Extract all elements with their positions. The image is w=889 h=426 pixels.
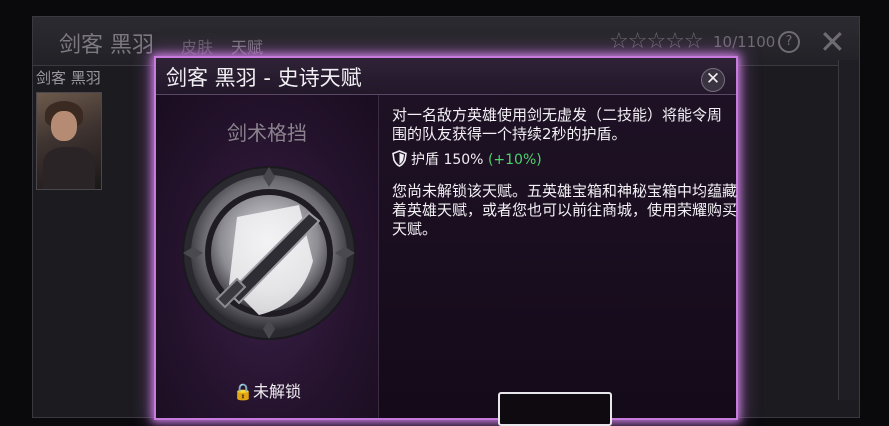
dialog-header: 剑客 黑羽 - 史诗天赋 ✕ bbox=[156, 58, 736, 95]
unlock-hint: 您尚未解锁该天赋。五英雄宝箱和神秘宝箱中均蕴藏着英雄天赋，或者您也可以前往商城，… bbox=[392, 182, 738, 238]
help-icon[interactable]: ? bbox=[778, 31, 800, 53]
talent-name: 剑术格挡 bbox=[227, 121, 307, 145]
talent-count: 10/1100 bbox=[713, 33, 776, 51]
tab-skins[interactable]: 皮肤 bbox=[181, 34, 213, 58]
action-button[interactable] bbox=[498, 392, 612, 426]
talent-description: 对一名敌方英雄使用剑无虚发（二技能）将能令周围的队友获得一个持续2秒的护盾。 bbox=[392, 106, 723, 143]
lock-status: 🔒未解锁 bbox=[233, 382, 301, 401]
talent-dialog: 剑客 黑羽 - 史诗天赋 ✕ 剑术格挡 🔒未解锁 对一名敌方英雄使用剑无虚发（二… bbox=[154, 56, 738, 426]
background-close-icon[interactable]: ✕ bbox=[819, 23, 846, 61]
talent-emblem-icon bbox=[182, 166, 356, 340]
star-rating: ☆☆☆☆☆ bbox=[609, 29, 704, 54]
side-hero-name: 剑客 黑羽 bbox=[36, 69, 101, 87]
stat-bonus: (+10%) bbox=[487, 152, 542, 168]
shield-icon bbox=[392, 150, 407, 167]
hero-portrait[interactable] bbox=[36, 92, 102, 190]
stat-label: 护盾 150% bbox=[411, 152, 484, 168]
hero-title: 剑客 黑羽 bbox=[59, 33, 154, 58]
talent-panel: 剑术格挡 🔒未解锁 bbox=[156, 95, 379, 418]
dialog-title: 剑客 黑羽 - 史诗天赋 bbox=[166, 66, 362, 90]
stat-row: 护盾 150% (+10%) bbox=[392, 149, 542, 169]
tab-talents[interactable]: 天赋 bbox=[231, 34, 263, 58]
close-icon[interactable]: ✕ bbox=[701, 68, 725, 92]
background-side-panel bbox=[838, 60, 859, 400]
